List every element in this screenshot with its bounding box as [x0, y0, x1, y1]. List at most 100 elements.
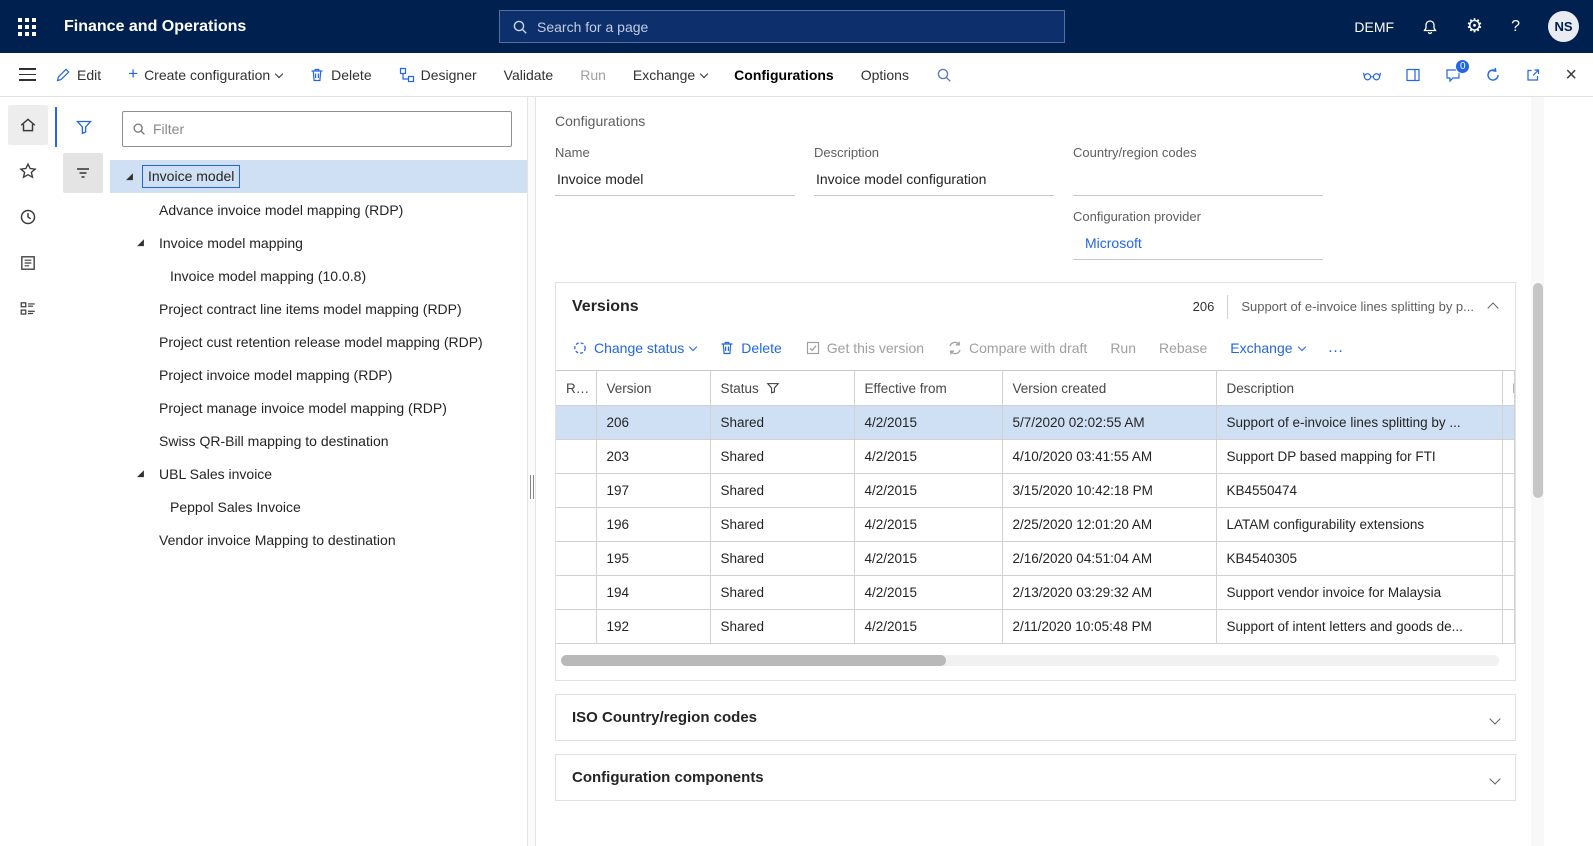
- tree-filter-button[interactable]: [64, 107, 104, 147]
- company-picker[interactable]: DEMF: [1340, 0, 1408, 53]
- workspaces-button[interactable]: [8, 243, 48, 283]
- exchange-menu-button[interactable]: Exchange: [633, 67, 709, 83]
- effective-from-cell: 4/2/2015: [854, 507, 1003, 542]
- row-select-cell[interactable]: [556, 405, 597, 440]
- row-select-cell[interactable]: [556, 439, 597, 474]
- version-row[interactable]: 195 Shared 4/2/2015 2/16/2020 04:51:04 AM KB…: [556, 541, 1515, 576]
- horizontal-scrollbar-thumb[interactable]: [561, 655, 946, 666]
- refresh-button[interactable]: [1485, 67, 1501, 83]
- expand-button[interactable]: [1489, 770, 1501, 786]
- panel-splitter[interactable]: [527, 97, 536, 846]
- country-region-value[interactable]: [1073, 168, 1323, 196]
- col-version[interactable]: Version: [596, 370, 711, 406]
- version-row[interactable]: 203 Shared 4/2/2015 4/10/2020 03:41:55 AM Su…: [556, 439, 1515, 474]
- version-row[interactable]: 197 Shared 4/2/2015 3/15/2020 10:42:18 PM KB…: [556, 473, 1515, 508]
- version-created-cell: 2/16/2020 04:51:04 AM: [1002, 541, 1217, 576]
- tree-item-label: Vendor invoice Mapping to destination: [159, 531, 396, 548]
- validate-button[interactable]: Validate: [504, 67, 554, 83]
- app-launcher-button[interactable]: [0, 0, 54, 53]
- row-select-cell[interactable]: [556, 609, 597, 644]
- expanded-triangle-icon[interactable]: ◢: [137, 238, 159, 247]
- edit-button[interactable]: Edit: [55, 67, 101, 83]
- col-effective-from[interactable]: Effective from: [854, 370, 1003, 406]
- delete-version-label: Delete: [741, 340, 782, 356]
- designer-button[interactable]: Designer: [399, 67, 477, 83]
- row-select-cell[interactable]: [556, 473, 597, 508]
- col-status[interactable]: Status: [710, 370, 855, 406]
- messages-button[interactable]: 0: [1445, 58, 1471, 83]
- col-extra[interactable]: B...: [1502, 370, 1515, 406]
- help-button[interactable]: ?: [1497, 0, 1534, 53]
- vertical-scrollbar[interactable]: [1531, 97, 1544, 846]
- expanded-triangle-icon[interactable]: ◢: [137, 469, 159, 478]
- create-configuration-label: Create configuration: [144, 66, 271, 83]
- status-cell: Shared: [710, 575, 855, 610]
- settings-button[interactable]: ⚙: [1452, 0, 1497, 53]
- tree-item[interactable]: Advance invoice model mapping (RDP): [110, 193, 527, 226]
- col-description[interactable]: Description: [1216, 370, 1503, 406]
- tree-item[interactable]: Vendor invoice Mapping to destination: [110, 523, 527, 556]
- collapse-button[interactable]: [1487, 299, 1499, 315]
- tree-view-toggle-button[interactable]: [62, 153, 103, 193]
- modules-button[interactable]: [8, 289, 48, 329]
- col-version-created[interactable]: Version created: [1002, 370, 1217, 406]
- iso-country-region-section[interactable]: ISO Country/region codes: [555, 694, 1516, 741]
- global-search-input[interactable]: [537, 18, 1052, 35]
- row-select-cell[interactable]: [556, 575, 597, 610]
- description-value[interactable]: Invoice model configuration: [814, 168, 1054, 196]
- version-row[interactable]: 196 Shared 4/2/2015 2/25/2020 12:01:20 AM LA…: [556, 507, 1515, 542]
- tree-filter-box[interactable]: [122, 111, 512, 147]
- close-button[interactable]: ×: [1565, 65, 1577, 85]
- tree-item[interactable]: Project manage invoice model mapping (RD…: [110, 391, 527, 424]
- version-created-cell: 5/7/2020 02:02:55 AM: [1002, 405, 1217, 440]
- tree-item[interactable]: ◢ Invoice model: [110, 160, 527, 193]
- version-row[interactable]: 192 Shared 4/2/2015 2/11/2020 10:05:48 PM Su…: [556, 609, 1515, 644]
- version-row[interactable]: 194 Shared 4/2/2015 2/13/2020 03:29:32 AM Su…: [556, 575, 1515, 610]
- home-button[interactable]: [7, 105, 48, 145]
- row-select-cell[interactable]: [556, 541, 597, 576]
- delete-button[interactable]: Delete: [309, 67, 372, 83]
- name-value[interactable]: Invoice model: [555, 168, 795, 196]
- favorites-button[interactable]: [8, 151, 48, 191]
- tree-item[interactable]: Project cust retention release model map…: [110, 325, 527, 358]
- vertical-scrollbar-thumb[interactable]: [1532, 283, 1543, 498]
- chevron-down-icon: [1297, 342, 1306, 352]
- horizontal-scrollbar[interactable]: [561, 655, 1499, 666]
- tree-filter-input[interactable]: [153, 121, 502, 137]
- edit-label: Edit: [77, 66, 102, 83]
- configuration-components-section[interactable]: Configuration components: [555, 754, 1516, 801]
- more-commands-button[interactable]: …: [1328, 339, 1345, 357]
- configurations-label: Configurations: [734, 66, 834, 83]
- nav-menu-button[interactable]: [0, 68, 55, 81]
- configuration-provider-link[interactable]: Microsoft: [1073, 232, 1323, 260]
- notifications-button[interactable]: [1408, 0, 1452, 53]
- version-row[interactable]: 206 Shared 4/2/2015 5/7/2020 02:02:55 AM Sup…: [556, 405, 1515, 440]
- change-status-button[interactable]: Change status: [572, 340, 698, 356]
- options-menu-button[interactable]: Options: [861, 67, 909, 83]
- global-search-box[interactable]: [499, 10, 1065, 43]
- tree-item[interactable]: Swiss QR-Bill mapping to destination: [110, 424, 527, 457]
- row-select-cell[interactable]: [556, 507, 597, 542]
- tree-item[interactable]: ◢ UBL Sales invoice: [110, 457, 527, 490]
- tree-item[interactable]: Project invoice model mapping (RDP): [110, 358, 527, 391]
- preview-button[interactable]: [1363, 66, 1382, 84]
- open-side-panel-button[interactable]: [1405, 67, 1421, 83]
- col-record[interactable]: R...: [556, 370, 597, 406]
- exchange-version-button[interactable]: Exchange: [1230, 340, 1306, 356]
- delete-version-button[interactable]: Delete: [719, 340, 782, 356]
- configuration-fields: Name Invoice model Description Invoice m…: [555, 145, 1516, 260]
- filter-funnel-icon[interactable]: [766, 381, 780, 395]
- tab-configurations[interactable]: Configurations: [734, 67, 834, 83]
- tree-item[interactable]: ◢ Invoice model mapping: [110, 226, 527, 259]
- expand-button[interactable]: [1489, 710, 1501, 726]
- account-button[interactable]: NS: [1534, 0, 1593, 53]
- recent-button[interactable]: [8, 197, 48, 237]
- open-in-new-window-button[interactable]: [1525, 67, 1541, 83]
- tree-item[interactable]: Project contract line items model mappin…: [110, 292, 527, 325]
- versions-header[interactable]: Versions 206 Support of e-invoice lines …: [556, 283, 1515, 330]
- tree-item[interactable]: Invoice model mapping (10.0.8): [110, 259, 527, 292]
- create-configuration-button[interactable]: + Create configuration: [128, 65, 284, 83]
- tree-item-label: UBL Sales invoice: [159, 465, 273, 482]
- tree-item[interactable]: Peppol Sales Invoice: [110, 490, 527, 523]
- actionbar-search-button[interactable]: [936, 67, 952, 83]
